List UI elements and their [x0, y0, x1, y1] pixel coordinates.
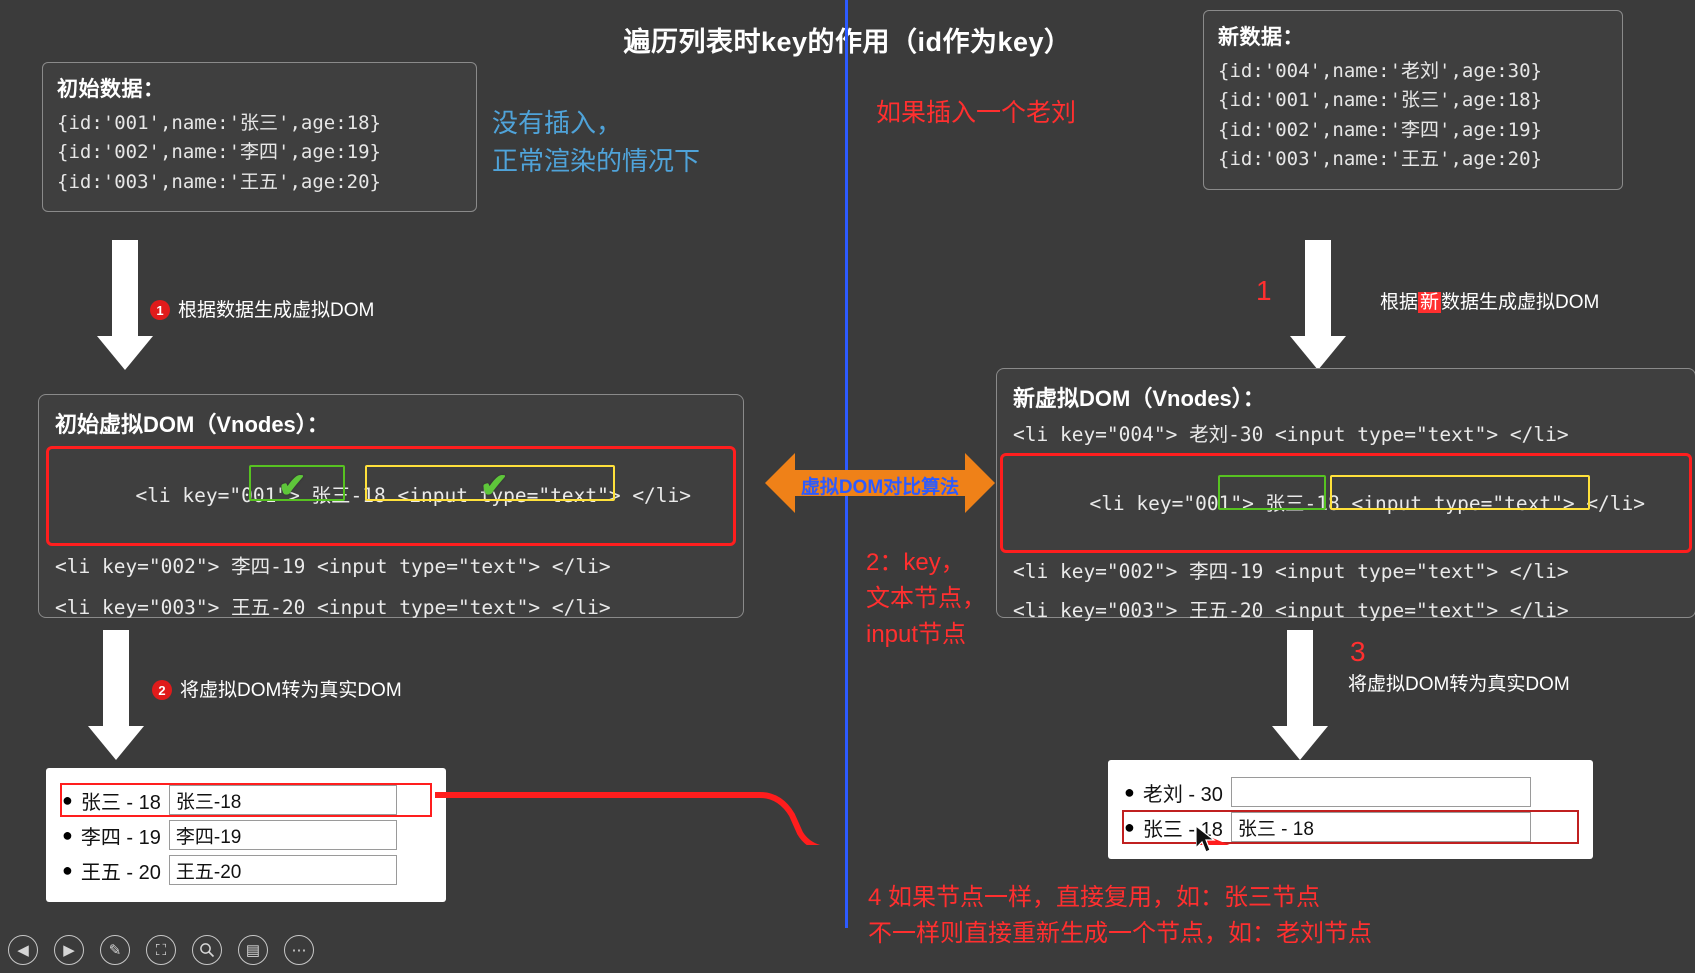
crop-icon[interactable]: ⛶: [146, 935, 176, 965]
new-data-line-3: {id:'002',name:'李四',age:19}: [1218, 118, 1542, 141]
initial-data-line-3: {id:'003',name:'王五',age:20}: [57, 170, 381, 193]
right-step3-num: 3: [1350, 636, 1366, 667]
left-dom-row-1-label: 张三 - 18: [80, 791, 161, 814]
right-vnode-line-4: <li key="003"> 王五-20 <input type="text">…: [1013, 599, 1569, 623]
left-vnode-line-3: <li key="003"> 王五-20 <input type="text">…: [55, 596, 611, 619]
initial-data-header: 初始数据：: [57, 78, 165, 101]
new-data-line-1: {id:'004',name:'老刘',age:30}: [1218, 60, 1542, 82]
slide-canvas: 遍历列表时key的作用（id作为key） 初始数据： {id:'001',nam…: [0, 0, 1695, 973]
right-arrow-1: [1290, 240, 1346, 370]
diff-algorithm-label: 虚拟DOM对比算法: [800, 477, 960, 498]
right-step1-label-post: 数据生成虚拟DOM: [1441, 292, 1600, 313]
left-dom-row-3: ● 王五 - 20: [62, 855, 430, 885]
initial-data-line-2: {id:'002',name:'李四',age:19}: [57, 141, 381, 164]
new-data-line-2: {id:'001',name:'张三',age:18}: [1218, 89, 1542, 112]
bullet-icon: ●: [62, 860, 73, 880]
left-step2-badge: 2: [152, 680, 172, 700]
right-vnodes-header: 新虚拟DOM（Vnodes）：: [1013, 386, 1265, 411]
bullet-icon: ●: [62, 790, 73, 810]
left-dom-row-3-input[interactable]: [168, 855, 397, 885]
reuse-connector-arrow: [435, 792, 1230, 845]
bullet-icon: ●: [62, 825, 73, 845]
right-red-note: 如果插入一个老刘: [876, 99, 1077, 127]
right-step1-label-pre: 根据: [1380, 292, 1419, 313]
left-dom-row-1-input[interactable]: [168, 785, 397, 815]
mouse-cursor-icon: [1196, 826, 1216, 853]
left-step2-label: 将虚拟DOM转为真实DOM: [180, 680, 402, 701]
left-vnodes-card: 初始虚拟DOM（Vnodes）： <li key="001"> 张三-18 <i…: [38, 394, 744, 619]
left-real-dom-list: ● 张三 - 18 ● 李四 - 19 ● 王五 - 20: [46, 768, 446, 902]
pen-icon[interactable]: ✎: [100, 935, 130, 965]
right-arrow-3: [1272, 630, 1328, 760]
search-icon[interactable]: [192, 935, 222, 965]
right-vnode-line-3: <li key="002"> 李四-19 <input type="text">…: [1013, 560, 1569, 583]
left-arrow-2: [88, 630, 144, 760]
right-step3-label: 将虚拟DOM转为真实DOM: [1348, 674, 1570, 695]
prev-icon[interactable]: ◀: [8, 935, 38, 965]
left-step1-label: 根据数据生成虚拟DOM: [178, 300, 375, 321]
left-step1-badge: 1: [150, 300, 170, 320]
diff-algorithm-label-wrap: 虚拟DOM对比算法: [765, 453, 995, 513]
right-step1-label-hl: 新: [1418, 292, 1442, 313]
initial-data-card: 初始数据： {id:'001',name:'张三',age:18} {id:'0…: [42, 62, 477, 213]
player-toolbar: ◀ ▶ ✎ ⛶ ▤ ⋯: [8, 935, 314, 965]
left-blue-note: 没有插入， 正常渲染的情况下: [492, 108, 701, 176]
new-data-card: 新数据： {id:'004',name:'老刘',age:30} {id:'00…: [1203, 10, 1623, 190]
play-icon[interactable]: ▶: [54, 935, 84, 965]
right-step1-label: 根据新数据生成虚拟DOM: [1380, 290, 1599, 317]
left-arrow-1: [97, 240, 153, 370]
bottom-summary-note: 4 如果节点一样，直接复用，如：张三节点 不一样则直接重新生成一个节点，如：老刘…: [868, 884, 1372, 947]
right-vnode-input-highlight: [1330, 475, 1590, 510]
right-vnode-line-1: <li key="004"> 老刘-30 <input type="text">…: [1013, 423, 1569, 446]
new-data-header: 新数据：: [1218, 26, 1304, 49]
left-dom-row-2: ● 李四 - 19: [62, 820, 430, 850]
left-vnode-line-2: <li key="002"> 李四-19 <input type="text">…: [55, 554, 611, 578]
right-step1-num: 1: [1256, 275, 1272, 306]
new-data-line-4: {id:'003',name:'王五',age:20}: [1218, 148, 1542, 171]
left-dom-row-1: ● 张三 - 18: [60, 783, 432, 817]
middle-step2-note: 2：key， 文本节点， input节点: [866, 549, 986, 648]
right-vnode-text-highlight: [1218, 475, 1326, 510]
left-vnodes-header: 初始虚拟DOM（Vnodes）：: [55, 412, 329, 437]
left-check-1: ✔: [278, 467, 307, 505]
left-dom-row-2-input[interactable]: [168, 820, 397, 850]
left-check-2: ✔: [480, 467, 509, 505]
more-icon[interactable]: ⋯: [284, 935, 314, 965]
note-icon[interactable]: ▤: [238, 935, 268, 965]
left-dom-row-2-label: 李四 - 19: [80, 826, 161, 849]
initial-data-line-1: {id:'001',name:'张三',age:18}: [57, 112, 381, 134]
left-dom-row-3-label: 王五 - 20: [80, 861, 161, 884]
